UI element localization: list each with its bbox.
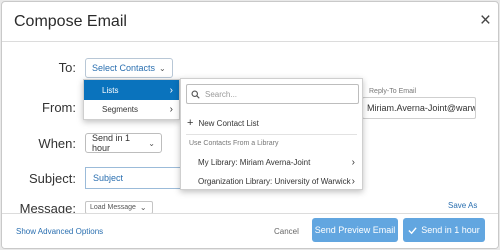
send-button-label: Send in 1 hour <box>421 225 480 235</box>
send-preview-email-button[interactable]: Send Preview Email <box>312 218 398 242</box>
header-divider <box>2 41 498 42</box>
select-contacts-button[interactable]: Select Contacts ⌄ <box>85 58 173 78</box>
subject-label: Subject: <box>29 171 76 186</box>
lists-submenu: + New Contact List Use Contacts From a L… <box>180 78 363 190</box>
menu-item-lists[interactable]: Lists › <box>84 80 179 100</box>
library-item-label: Organization Library: University of Warw… <box>198 177 351 186</box>
when-label: When: <box>38 136 76 151</box>
chevron-right-icon: › <box>351 176 355 187</box>
library-item-my-library[interactable]: My Library: Miriam Averna-Joint › <box>198 157 358 168</box>
chevron-right-icon: › <box>169 84 173 96</box>
library-section-header: Use Contacts From a Library <box>189 140 279 147</box>
close-icon[interactable]: × <box>480 11 491 30</box>
menu-item-label: Segments <box>102 105 139 114</box>
to-label: To: <box>58 60 76 75</box>
new-contact-list-item[interactable]: + New Contact List <box>187 117 259 129</box>
plus-icon: + <box>187 117 194 129</box>
chevron-down-icon: ⌄ <box>159 63 166 73</box>
send-in-1-hour-button[interactable]: Send in 1 hour <box>403 218 485 242</box>
new-contact-list-label: New Contact List <box>198 118 259 128</box>
send-time-value: Send in 1 hour <box>92 133 131 153</box>
submenu-divider <box>186 134 357 135</box>
reply-to-field[interactable]: Miriam.Averna-Joint@warwic <box>362 97 476 119</box>
from-label: From: <box>42 100 76 115</box>
check-icon <box>408 226 417 234</box>
reply-to-label: Reply-To Email <box>369 88 417 95</box>
send-time-select[interactable]: Send in 1 hour ⌄ <box>85 133 162 153</box>
library-item-organization[interactable]: Organization Library: University of Warw… <box>198 176 358 187</box>
contacts-type-menu: Lists › Segments › <box>83 79 180 120</box>
dialog-title: Compose Email <box>14 13 127 30</box>
list-search-box[interactable] <box>186 84 359 104</box>
subject-field[interactable]: Subject <box>85 167 185 189</box>
dialog-footer: Show Advanced Options Cancel Send Previe… <box>2 213 498 248</box>
chevron-down-icon: ⌄ <box>148 138 155 148</box>
load-message-label: Load Message <box>90 204 136 211</box>
search-input[interactable] <box>205 89 345 99</box>
chevron-right-icon: › <box>351 157 355 168</box>
select-contacts-label: Select Contacts <box>92 63 156 73</box>
show-advanced-options-link[interactable]: Show Advanced Options <box>16 227 103 236</box>
chevron-right-icon: › <box>169 104 173 115</box>
menu-item-label: Lists <box>102 85 119 95</box>
cancel-button[interactable]: Cancel <box>274 227 299 236</box>
library-item-label: My Library: Miriam Averna-Joint <box>198 158 311 167</box>
search-icon <box>191 89 200 99</box>
chevron-down-icon: ⌄ <box>139 203 147 212</box>
save-as-link[interactable]: Save As <box>448 201 477 210</box>
menu-item-segments[interactable]: Segments › <box>84 100 179 119</box>
